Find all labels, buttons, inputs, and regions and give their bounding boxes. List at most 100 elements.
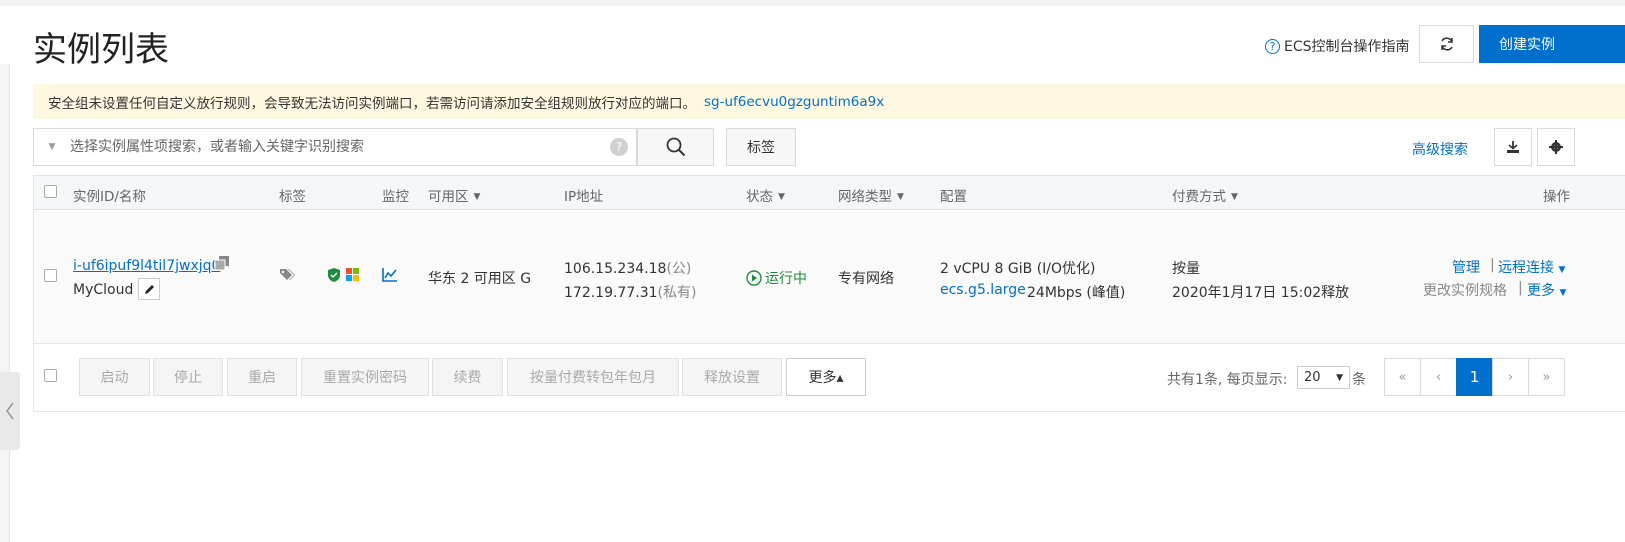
bandwidth-value: 24Mbps (峰值) xyxy=(1027,285,1126,301)
col-monitor: 监控 xyxy=(382,189,409,205)
sidebar-collapse-handle[interactable] xyxy=(0,372,20,450)
col-id-name: 实例ID/名称 xyxy=(73,189,146,205)
edit-name-button[interactable] xyxy=(138,278,160,300)
security-group-link[interactable]: sg-uf6ecvu0gzguntim6a9x xyxy=(704,94,884,110)
renew-button[interactable]: 续费 xyxy=(432,358,503,396)
caret-down-icon[interactable]: ▼ xyxy=(34,142,70,152)
release-time: 2020年1月17日 15:02释放 xyxy=(1172,285,1350,301)
page-size-value: 20 xyxy=(1304,370,1321,385)
col-zone-label: 可用区 xyxy=(428,189,469,205)
caret-down-icon: ▼ xyxy=(1559,288,1567,298)
caret-down-icon: ▼ xyxy=(1231,192,1238,202)
stop-button[interactable]: 停止 xyxy=(153,358,223,396)
private-ip: 172.19.77.31(私有) xyxy=(564,282,696,302)
remote-connect-link[interactable]: 远程连接 ▼ xyxy=(1498,257,1565,277)
refresh-icon xyxy=(1440,37,1453,51)
action-divider: | xyxy=(1490,257,1495,273)
private-ip-value: 172.19.77.31 xyxy=(564,285,658,301)
left-sidebar-rail xyxy=(0,64,10,542)
chevron-left-icon xyxy=(6,402,14,420)
select-all-checkbox[interactable] xyxy=(44,185,57,198)
security-group-warning: 安全组未设置任何自定义放行规则，会导致无法访问实例端口，若需访问请添加安全组规则… xyxy=(33,84,1625,119)
convert-billing-button[interactable]: 按量付费转包年包月 xyxy=(507,358,679,396)
search-input[interactable] xyxy=(70,129,610,165)
col-config: 配置 xyxy=(940,189,967,205)
advanced-search-link[interactable]: 高级搜索 xyxy=(1412,139,1468,159)
change-spec-link[interactable]: 更改实例规格 xyxy=(1423,280,1507,300)
console-guide-label: ECS控制台操作指南 xyxy=(1284,39,1410,55)
col-status-label: 状态 xyxy=(746,189,773,205)
more-batch-button[interactable]: 更多▴ xyxy=(786,358,866,396)
table-row: i-uf6ipuf9l4til7jwxjq0 MyCloud 华东 2 可用区 … xyxy=(34,211,1625,344)
zone-value: 华东 2 可用区 G xyxy=(428,271,532,287)
public-ip-tag: (公) xyxy=(666,261,692,277)
refresh-button[interactable] xyxy=(1419,25,1474,63)
search-box: ▼ ? xyxy=(33,128,637,166)
table-header: 实例ID/名称 标签 监控 可用区 ▼ IP地址 状态 ▼ 网络类型 ▼ 配置 付费方… xyxy=(34,176,1625,210)
restart-button[interactable]: 重启 xyxy=(227,358,297,396)
public-ip: 106.15.234.18(公) xyxy=(564,258,691,278)
status-badge: 运行中 xyxy=(746,268,807,288)
action-divider: | xyxy=(1518,280,1523,296)
first-page-button[interactable]: « xyxy=(1384,358,1421,396)
current-page-button[interactable]: 1 xyxy=(1456,358,1493,396)
create-instance-button[interactable]: 创建实例 xyxy=(1479,25,1625,63)
instance-id-link[interactable]: i-uf6ipuf9l4til7jwxjq0 xyxy=(73,258,220,274)
total-count-text: 共有1条, 每页显示: xyxy=(1167,372,1288,388)
copy-icon[interactable] xyxy=(214,255,230,275)
public-ip-value: 106.15.234.18 xyxy=(564,261,667,277)
col-status[interactable]: 状态 ▼ xyxy=(746,185,785,205)
help-icon: ? xyxy=(1265,38,1280,54)
export-button[interactable] xyxy=(1494,128,1532,166)
top-border xyxy=(0,0,1625,6)
tag-icon[interactable] xyxy=(279,267,297,287)
caret-down-icon: ▼ xyxy=(473,192,481,202)
search-button[interactable] xyxy=(637,128,714,166)
page-size-select[interactable]: 20 ▼ xyxy=(1297,366,1350,389)
export-icon xyxy=(1507,141,1519,153)
instance-name: MyCloud xyxy=(73,282,134,298)
prev-page-button[interactable]: ‹ xyxy=(1420,358,1457,396)
start-button[interactable]: 启动 xyxy=(79,358,150,396)
footer-select-all-checkbox[interactable] xyxy=(44,369,57,382)
release-settings-button[interactable]: 释放设置 xyxy=(682,358,782,396)
table-footer: 启动 停止 重启 重置实例密码 续费 按量付费转包年包月 释放设置 更多▴ 共有… xyxy=(34,345,1625,413)
search-icon xyxy=(666,137,685,157)
warning-text: 安全组未设置任何自定义放行规则，会导致无法访问实例端口，若需访问请添加安全组规则… xyxy=(48,95,696,112)
col-billing-label: 付费方式 xyxy=(1172,189,1226,205)
caret-down-icon: ▼ xyxy=(778,192,785,202)
remote-connect-label: 远程连接 xyxy=(1498,260,1554,276)
page-title: 实例列表 xyxy=(33,30,169,70)
monitor-chart-icon[interactable] xyxy=(382,267,398,286)
private-ip-tag: (私有) xyxy=(657,285,697,301)
manage-link[interactable]: 管理 xyxy=(1452,257,1480,277)
more-actions-link[interactable]: 更多 ▼ xyxy=(1527,280,1566,300)
caret-down-icon: ▼ xyxy=(1558,265,1566,275)
reset-password-button[interactable]: 重置实例密码 xyxy=(301,358,429,396)
col-tags: 标签 xyxy=(279,189,306,205)
caret-down-icon: ▼ xyxy=(1336,372,1343,383)
billing-type: 按量 xyxy=(1172,261,1200,277)
question-icon[interactable]: ? xyxy=(610,138,628,156)
settings-button[interactable] xyxy=(1537,128,1575,166)
gear-icon xyxy=(1549,140,1563,154)
config-spec: 2 vCPU 8 GiB (I/O优化) xyxy=(940,261,1096,277)
col-network-label: 网络类型 xyxy=(838,189,892,205)
instance-table: 实例ID/名称 标签 监控 可用区 ▼ IP地址 状态 ▼ 网络类型 ▼ 配置 付费方… xyxy=(33,175,1625,412)
status-text: 运行中 xyxy=(765,271,807,287)
tag-filter-button[interactable]: 标签 xyxy=(726,128,796,166)
col-ip: IP地址 xyxy=(564,189,604,205)
console-guide-link[interactable]: ? ECS控制台操作指南 xyxy=(1265,36,1410,56)
pencil-icon xyxy=(144,284,154,294)
col-billing[interactable]: 付费方式 ▼ xyxy=(1172,185,1238,205)
instance-type-link[interactable]: ecs.g5.large xyxy=(940,282,1026,298)
row-checkbox[interactable] xyxy=(44,269,57,282)
col-network[interactable]: 网络类型 ▼ xyxy=(838,185,904,205)
caret-down-icon: ▼ xyxy=(897,192,904,202)
last-page-button[interactable]: » xyxy=(1528,358,1565,396)
page-size-unit: 条 xyxy=(1352,372,1366,388)
windows-os-icon xyxy=(346,268,359,285)
security-shield-icon[interactable] xyxy=(327,267,341,287)
col-zone[interactable]: 可用区 ▼ xyxy=(428,185,480,205)
next-page-button[interactable]: › xyxy=(1492,358,1529,396)
